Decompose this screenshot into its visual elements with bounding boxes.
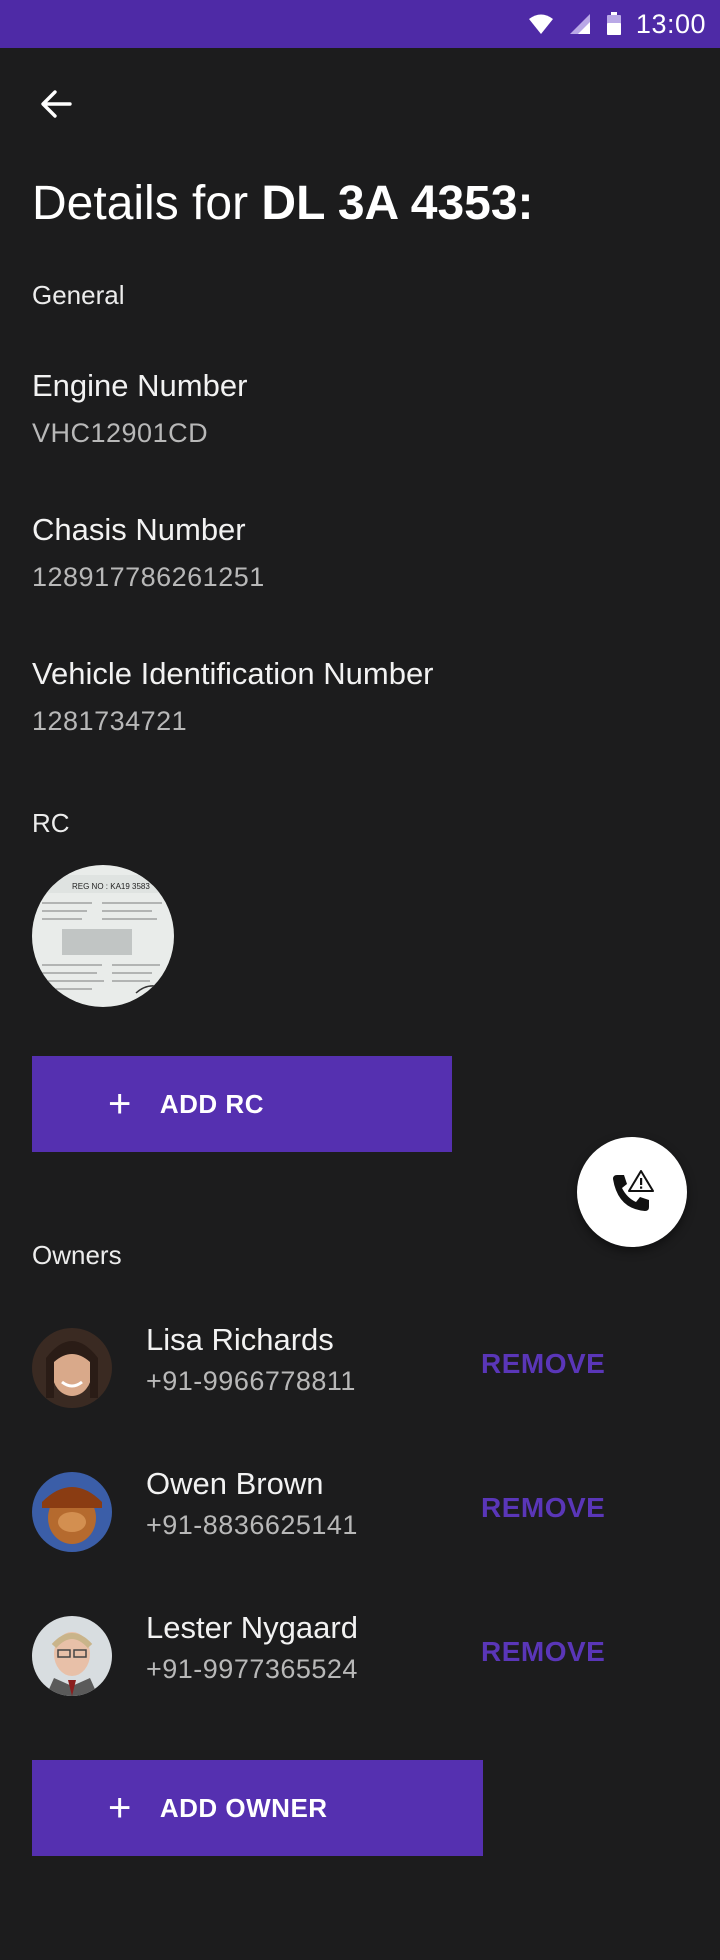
vin-value: 1281734721	[32, 706, 188, 736]
avatar	[32, 1328, 112, 1408]
rc-thumbnail[interactable]: REG NO : KA19 3583	[32, 865, 174, 1007]
chasis-number-value: 128917786261251	[32, 562, 265, 592]
emergency-call-button[interactable]	[577, 1137, 687, 1247]
add-rc-button[interactable]: + ADD RC	[32, 1056, 452, 1152]
owner-row: Lester Nygaard +91-9977365524 REMOVE	[0, 1598, 720, 1698]
arrow-back-icon	[41, 90, 72, 118]
status-bar: 13:00	[0, 0, 720, 48]
rc-thumbnail-text: REG NO : KA19 3583	[72, 882, 150, 891]
title-prefix: Details for	[32, 177, 262, 230]
owner-phone: +91-8836625141	[146, 1510, 358, 1540]
engine-number-value: VHC12901CD	[32, 418, 209, 448]
plus-icon: +	[108, 1082, 132, 1126]
owner-name: Lisa Richards	[146, 1322, 334, 1357]
wifi-icon	[528, 14, 553, 34]
page-title: Details for DL 3A 4353:	[32, 176, 534, 231]
back-button[interactable]	[30, 78, 82, 130]
title-plate: DL 3A 4353:	[261, 177, 534, 230]
section-owners-label: Owners	[32, 1240, 122, 1270]
owner-name: Lester Nygaard	[146, 1610, 358, 1645]
section-general-label: General	[32, 280, 125, 310]
rc-document-image: REG NO : KA19 3583	[32, 865, 174, 1007]
signal-icon	[569, 14, 590, 34]
add-owner-button[interactable]: + ADD OWNER	[32, 1760, 483, 1856]
plus-icon: +	[108, 1786, 132, 1830]
avatar-image	[32, 1616, 112, 1696]
avatar	[32, 1616, 112, 1696]
engine-number-label: Engine Number	[32, 368, 248, 403]
battery-icon	[606, 12, 621, 35]
owner-row: Lisa Richards +91-9966778811 REMOVE	[0, 1310, 720, 1410]
owner-phone: +91-9966778811	[146, 1366, 356, 1396]
phone-alert-icon	[613, 1170, 654, 1211]
owner-name: Owen Brown	[146, 1466, 324, 1501]
status-time: 13:00	[635, 8, 706, 39]
avatar-image	[32, 1472, 112, 1552]
vin-label: Vehicle Identification Number	[32, 656, 434, 691]
owner-phone: +91-9977365524	[146, 1654, 358, 1684]
avatar-image	[32, 1328, 112, 1408]
add-rc-label: ADD RC	[159, 1088, 264, 1119]
avatar	[32, 1472, 112, 1552]
remove-owner-button[interactable]: REMOVE	[481, 1636, 605, 1668]
owner-row: Owen Brown +91-8836625141 REMOVE	[0, 1454, 720, 1554]
remove-owner-button[interactable]: REMOVE	[481, 1348, 605, 1380]
section-rc-label: RC	[32, 808, 70, 838]
status-icons: 13:00	[528, 0, 706, 48]
chasis-number-label: Chasis Number	[32, 512, 246, 547]
add-owner-label: ADD OWNER	[159, 1792, 328, 1823]
remove-owner-button[interactable]: REMOVE	[481, 1492, 605, 1524]
